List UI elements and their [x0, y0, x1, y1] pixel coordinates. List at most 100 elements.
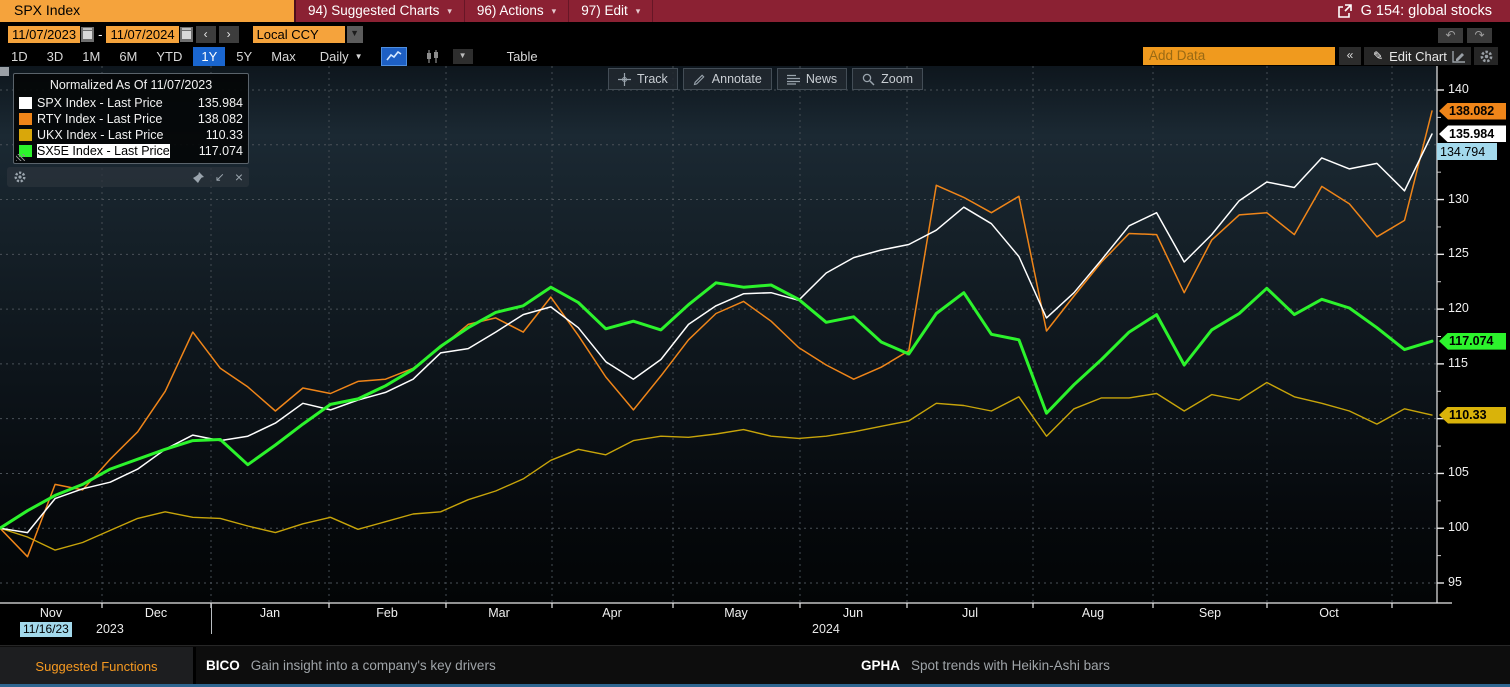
spx-color-swatch — [19, 97, 32, 109]
price-tag: 117.074 — [1439, 333, 1506, 350]
zoom-label: Zoom — [881, 72, 913, 86]
menu-suggested-charts[interactable]: 94) Suggested Charts — [296, 0, 465, 22]
date-separator: - — [98, 27, 102, 42]
legend-value: 138.082 — [198, 112, 243, 126]
function-code: BICO — [206, 658, 240, 673]
tab-3d[interactable]: 3D — [39, 47, 72, 66]
tab-max[interactable]: Max — [263, 47, 304, 66]
start-date-input[interactable]: 11/07/2023 — [8, 26, 80, 43]
legend-item-spx[interactable]: SPX Index - Last Price 135.984 — [19, 95, 243, 111]
add-data-input[interactable]: Add Data — [1143, 47, 1335, 65]
ticker-input[interactable]: SPX Index — [0, 0, 296, 22]
x-axis-month-label: May — [724, 606, 748, 620]
calendar-icon[interactable] — [81, 27, 94, 42]
x-axis-month-label: Oct — [1319, 606, 1338, 620]
chevron-left-icon[interactable]: ‹ — [196, 26, 216, 43]
chart-legend[interactable]: Normalized As Of 11/07/2023 SPX Index - … — [13, 73, 249, 164]
year-divider-line — [211, 604, 212, 634]
chart-annotate-icon[interactable] — [1447, 47, 1471, 65]
ukx-color-swatch — [19, 129, 32, 141]
tab-5y[interactable]: 5Y — [228, 47, 260, 66]
table-button[interactable]: Table — [497, 47, 548, 66]
line-chart-type-icon[interactable] — [381, 47, 407, 66]
tab-1m[interactable]: 1M — [74, 47, 108, 66]
x-axis-month-label: Mar — [488, 606, 510, 620]
edit-chart-label: Edit Chart — [1389, 49, 1447, 64]
rty-color-swatch — [19, 113, 32, 125]
function-description: Spot trends with Heikin-Ashi bars — [911, 658, 1110, 673]
undo-icon[interactable]: ↶ — [1438, 28, 1463, 43]
function-suggestion-bico[interactable]: BICO Gain insight into a company's key d… — [206, 646, 496, 685]
legend-title: Normalized As Of 11/07/2023 — [19, 77, 243, 95]
chart-tools: Track Annotate News Zoom — [608, 68, 923, 90]
y-axis-label: 120 — [1448, 301, 1469, 315]
x-axis-year-label: 2024 — [812, 622, 840, 636]
tab-1d[interactable]: 1D — [3, 47, 36, 66]
price-tag: 135.984 — [1439, 125, 1506, 142]
x-axis-month-label: Apr — [602, 606, 621, 620]
pane-drag-handle[interactable] — [0, 67, 9, 76]
price-tag: 138.082 — [1439, 103, 1506, 120]
legend-toolbar: ↙ × — [7, 167, 249, 187]
x-axis-month-label: Feb — [376, 606, 398, 620]
y-axis-label: 95 — [1448, 575, 1462, 589]
chart-pane[interactable]: Track Annotate News Zoom Normalized As O… — [0, 66, 1510, 645]
tab-ytd[interactable]: YTD — [148, 47, 190, 66]
minimize-icon[interactable]: ↙ — [215, 171, 225, 183]
title-bar: SPX Index 94) Suggested Charts 96) Actio… — [0, 0, 1510, 22]
menu-actions[interactable]: 96) Actions — [465, 0, 569, 22]
function-description: Gain insight into a company's key driver… — [251, 658, 496, 673]
news-button[interactable]: News — [777, 68, 847, 90]
chevron-right-icon[interactable]: › — [219, 26, 239, 43]
pin-icon[interactable] — [192, 171, 205, 184]
legend-item-rty[interactable]: RTY Index - Last Price 138.082 — [19, 111, 243, 127]
tab-6m[interactable]: 6M — [111, 47, 145, 66]
date-range-bar: 11/07/2023 - 11/07/2024 ‹ › Local CCY ▼ … — [0, 24, 1510, 45]
y-axis-label: 140 — [1448, 82, 1469, 96]
currency-dropdown-icon[interactable]: ▼ — [347, 26, 363, 43]
function-suggestion-gpha[interactable]: GPHA Spot trends with Heikin-Ashi bars — [861, 646, 1110, 685]
edit-chart-button[interactable]: ✎ Edit Chart — [1364, 47, 1456, 65]
x-axis-year-label: 2023 — [96, 622, 124, 636]
collapse-panel-icon[interactable]: « — [1339, 47, 1361, 65]
close-icon[interactable]: × — [235, 170, 243, 184]
screen-label-text: G 154: global stocks — [1361, 3, 1492, 19]
history-buttons: ↶ ↷ — [1438, 28, 1492, 43]
y-axis-label: 105 — [1448, 465, 1469, 479]
gear-icon[interactable] — [1474, 47, 1498, 65]
track-button[interactable]: Track — [608, 68, 678, 90]
suggested-functions-header[interactable]: Suggested Functions — [0, 647, 196, 685]
frequency-label: Daily — [320, 49, 349, 64]
price-tag: 110.33 — [1439, 407, 1506, 424]
end-date-input[interactable]: 11/07/2024 — [106, 26, 178, 43]
menu-label: 97) Edit — [581, 0, 628, 22]
export-icon[interactable] — [1337, 4, 1352, 19]
candle-chart-type-icon[interactable] — [421, 48, 445, 65]
series-spx — [0, 134, 1432, 533]
currency-select[interactable]: Local CCY — [253, 26, 345, 43]
tab-1y[interactable]: 1Y — [193, 47, 225, 66]
legend-label: SPX Index - Last Price — [37, 96, 163, 110]
screen-title: G 154: global stocks — [1337, 0, 1510, 22]
x-axis-month-label: Jul — [962, 606, 978, 620]
y-axis-label: 115 — [1448, 356, 1468, 370]
y-axis-label: 100 — [1448, 520, 1469, 534]
menu-label: 96) Actions — [477, 0, 544, 22]
chart-type-dropdown-icon[interactable]: ▼ — [453, 49, 473, 64]
y-axis-label: 130 — [1448, 192, 1469, 206]
menu-edit[interactable]: 97) Edit — [569, 0, 653, 22]
zoom-button[interactable]: Zoom — [852, 68, 923, 90]
x-axis-month-label: Sep — [1199, 606, 1221, 620]
legend-item-ukx[interactable]: UKX Index - Last Price 110.33 — [19, 127, 243, 143]
frequency-select[interactable]: Daily — [316, 47, 367, 66]
legend-item-sx5e[interactable]: SX5E Index - Last Price 117.074 — [19, 143, 243, 159]
series-ukx — [0, 383, 1432, 551]
calendar-icon[interactable] — [180, 27, 193, 42]
gear-icon[interactable] — [13, 170, 27, 184]
legend-label: UKX Index - Last Price — [37, 128, 163, 142]
annotate-button[interactable]: Annotate — [683, 68, 772, 90]
legend-resize-handle[interactable] — [16, 154, 25, 161]
redo-icon[interactable]: ↷ — [1467, 28, 1492, 43]
legend-value: 117.074 — [199, 144, 243, 158]
track-date-tag: 11/16/23 — [20, 622, 72, 637]
